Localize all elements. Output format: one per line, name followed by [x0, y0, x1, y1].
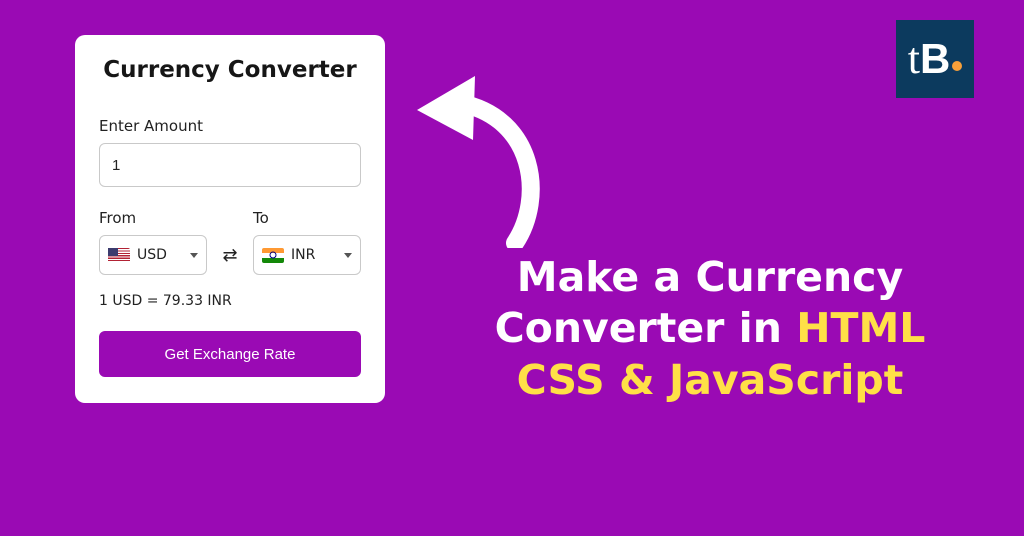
- logo: t B: [896, 20, 974, 98]
- logo-text: t B: [908, 37, 963, 81]
- logo-dot-icon: [952, 61, 962, 71]
- headline-line1: Make a Currency: [517, 253, 903, 301]
- to-label: To: [253, 209, 361, 227]
- chevron-down-icon: [344, 253, 352, 258]
- to-col: To INR: [253, 209, 361, 275]
- arrow-icon: [405, 58, 565, 248]
- swap-icon[interactable]: ⇄: [222, 245, 237, 266]
- us-flag-icon: [108, 248, 130, 263]
- logo-b: B: [920, 38, 950, 80]
- from-select[interactable]: USD: [99, 235, 207, 275]
- swap-wrap: ⇄: [210, 235, 250, 275]
- headline-line2a: Converter in: [495, 304, 797, 352]
- converter-card: Currency Converter Enter Amount From USD…: [75, 35, 385, 403]
- get-rate-button[interactable]: Get Exchange Rate: [99, 331, 361, 377]
- chevron-down-icon: [190, 253, 198, 258]
- from-currency-value: USD: [137, 247, 183, 263]
- amount-input[interactable]: [99, 143, 361, 187]
- to-currency-value: INR: [291, 247, 337, 263]
- from-col: From USD: [99, 209, 207, 275]
- to-select[interactable]: INR: [253, 235, 361, 275]
- headline: Make a Currency Converter in HTML CSS & …: [480, 252, 940, 406]
- headline-line3: CSS & JavaScript: [517, 356, 904, 404]
- currency-row: From USD ⇄ To INR: [99, 209, 361, 275]
- headline-line2b: HTML: [796, 304, 925, 352]
- amount-label: Enter Amount: [99, 117, 361, 135]
- card-title: Currency Converter: [99, 57, 361, 83]
- logo-t: t: [908, 37, 920, 81]
- from-label: From: [99, 209, 207, 227]
- exchange-rate-text: 1 USD = 79.33 INR: [99, 293, 361, 309]
- india-flag-icon: [262, 248, 284, 263]
